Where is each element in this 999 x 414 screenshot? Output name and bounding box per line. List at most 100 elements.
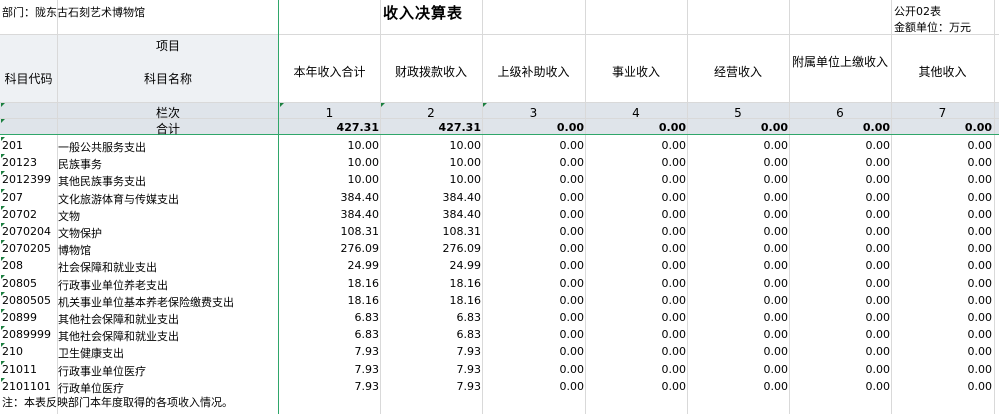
subject-code: 20805 [2, 276, 37, 290]
table-row: 210 卫生健康支出 7.93 7.93 0.00 0.00 0.00 0.00 0.00 [0, 343, 999, 360]
amount-cell: 108.31 [340, 225, 380, 238]
amount-cell: 0.00 [967, 259, 993, 273]
income-statement-sheet: 部门：陇东古石刻艺术博物馆 收入决算表 公开02表 金额单位：万元 项目 科目代… [0, 0, 999, 414]
amount-cell: 7.93 [456, 379, 482, 393]
amount-cell: 0.00 [865, 379, 891, 393]
amount-cell: 0.00 [763, 173, 789, 187]
cell-marker [280, 103, 284, 107]
table-row: 20899 其他社会保障和就业支出 6.83 6.83 0.00 0.00 0.00 0.00… [0, 309, 999, 326]
affiliated-unit-column-header: 附属单位上缴收入 [791, 55, 888, 69]
amount-cell: 276.09 [442, 242, 482, 256]
amount-cell: 7.93 [354, 379, 380, 393]
amount-cell: 0.00 [661, 242, 687, 256]
amount-cell: 6.83 [456, 328, 482, 342]
amount-cell: 0.00 [865, 345, 891, 359]
amount-cell: 10.00 [347, 139, 380, 152]
index-number: 2 [427, 106, 435, 120]
amount-cell: 0.00 [661, 276, 687, 290]
amount-cell: 10.00 [449, 139, 482, 152]
amount-cell: 24.99 [347, 259, 380, 273]
subject-code: 207 [2, 190, 23, 204]
subject-name: 一般公共服务支出 [58, 141, 146, 154]
table-row: 2012399 其他民族事务支出 10.00 10.00 0.00 0.00 0.00 0.0… [0, 171, 999, 188]
table-row: 208 社会保障和就业支出 24.99 24.99 0.00 0.00 0.00 0.00 0.… [0, 257, 999, 274]
subject-name: 文物保护 [58, 227, 102, 240]
table-row: 21011 行政事业单位医疗 7.93 7.93 0.00 0.00 0.00 0.00 0.0… [0, 360, 999, 378]
amount-cell: 0.00 [661, 190, 687, 204]
subject-name: 其他民族事务支出 [58, 175, 146, 189]
cell-marker [1, 119, 5, 123]
amount-cell: 10.00 [449, 173, 482, 187]
amount-cell: 0.00 [763, 328, 789, 342]
subject-code: 2080505 [2, 293, 51, 307]
amount-cell: 18.16 [449, 293, 482, 307]
amount-cell: 0.00 [763, 242, 789, 256]
total-value: 0.00 [556, 121, 584, 134]
amount-cell: 0.00 [763, 190, 789, 204]
amount-cell: 0.00 [967, 345, 993, 359]
subject-code: 20899 [2, 311, 37, 324]
subject-code: 21011 [2, 362, 37, 376]
amount-cell: 0.00 [661, 207, 687, 221]
subject-name: 文物 [58, 209, 80, 223]
amount-cell: 384.40 [340, 207, 380, 221]
amount-cell: 0.00 [661, 225, 687, 238]
amount-cell: 0.00 [865, 362, 891, 376]
total-value: 427.31 [336, 121, 379, 134]
subject-name: 行政事业单位养老支出 [58, 278, 168, 292]
subject-name: 卫生健康支出 [58, 347, 124, 361]
subject-code: 2012399 [2, 173, 51, 187]
amount-cell: 0.00 [559, 173, 585, 187]
amount-cell: 0.00 [661, 293, 687, 307]
index-number: 4 [632, 106, 640, 120]
amount-cell: 0.00 [967, 311, 993, 324]
fiscal-appropriation-column-header: 财政拨款收入 [394, 65, 467, 79]
table-row: 2089999 其他社会保障和就业支出 6.83 6.83 0.00 0.00 0.00 0.… [0, 326, 999, 343]
amount-cell: 18.16 [347, 276, 380, 290]
amount-cell: 0.00 [763, 345, 789, 359]
amount-cell: 0.00 [559, 259, 585, 273]
subject-name: 其他社会保障和就业支出 [58, 330, 179, 344]
amount-cell: 0.00 [865, 259, 891, 273]
unit-label: 金额单位：万元 [894, 21, 971, 34]
amount-cell: 0.00 [661, 173, 687, 187]
amount-cell: 0.00 [865, 173, 891, 187]
name-column-header: 科目名称 [143, 72, 192, 86]
amount-cell: 18.16 [449, 276, 482, 290]
amount-cell: 0.00 [559, 225, 585, 238]
subject-name: 民族事务 [58, 158, 102, 172]
amount-cell: 0.00 [763, 225, 789, 238]
total-value: 0.00 [862, 121, 890, 134]
amount-cell: 18.16 [347, 293, 380, 307]
amount-cell: 0.00 [763, 311, 789, 324]
amount-cell: 0.00 [559, 311, 585, 324]
amount-cell: 6.83 [354, 311, 380, 324]
amount-cell: 0.00 [967, 276, 993, 290]
amount-cell: 0.00 [559, 242, 585, 256]
subject-name: 其他社会保障和就业支出 [58, 313, 179, 326]
amount-cell: 0.00 [661, 139, 687, 152]
amount-cell: 0.00 [763, 293, 789, 307]
amount-cell: 0.00 [661, 362, 687, 376]
amount-cell: 0.00 [559, 379, 585, 393]
amount-cell: 0.00 [661, 379, 687, 393]
amount-cell: 0.00 [559, 345, 585, 359]
amount-cell: 0.00 [559, 190, 585, 204]
total-income-column-header: 本年收入合计 [293, 65, 366, 79]
amount-cell: 0.00 [967, 242, 993, 256]
footer-note: 注：本表反映部门本年度取得的各项收入情况。 [2, 396, 233, 409]
subject-name: 机关事业单位基本养老保险缴费支出 [58, 295, 234, 309]
grid-line [0, 102, 999, 103]
table-row: 2101101 行政单位医疗 7.93 7.93 0.00 0.00 0.00 0.00 0.0… [0, 377, 999, 395]
amount-cell: 0.00 [865, 156, 891, 170]
amount-cell: 0.00 [967, 362, 993, 376]
amount-cell: 0.00 [865, 207, 891, 221]
subject-code: 201 [2, 139, 23, 152]
subject-name: 行政单位医疗 [58, 381, 124, 395]
amount-cell: 384.40 [442, 207, 482, 221]
amount-cell: 0.00 [967, 207, 993, 221]
other-income-column-header: 其他收入 [918, 65, 967, 79]
index-number: 7 [938, 106, 947, 120]
total-value: 0.00 [964, 121, 992, 134]
amount-cell: 0.00 [559, 276, 585, 290]
